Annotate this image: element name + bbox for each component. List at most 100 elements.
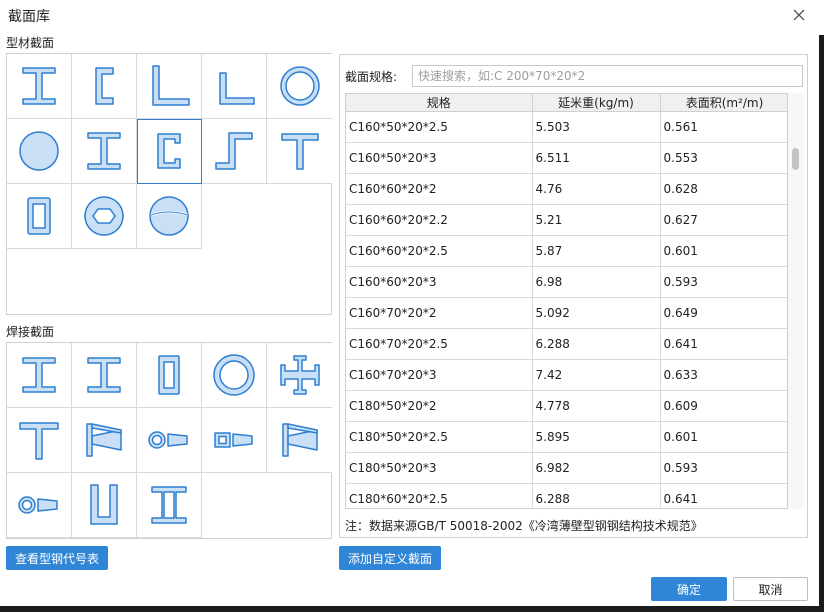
- welded-shape-cell[interactable]: [137, 408, 202, 473]
- table-row[interactable]: C180*60*20*2.5 6.288 0.641: [346, 483, 787, 508]
- cell-area: 0.601: [660, 235, 787, 267]
- hexagon-bar-icon: [84, 196, 124, 236]
- cell-spec: C160*60*20*2: [346, 173, 533, 205]
- welded-shape-cell[interactable]: [267, 343, 332, 408]
- welded-shape-cell[interactable]: [7, 343, 72, 408]
- cell-weight: 6.982: [532, 452, 661, 484]
- window-edge-bottom: [0, 606, 824, 612]
- window-edge: [819, 35, 824, 607]
- cell-weight: 5.87: [532, 235, 661, 267]
- profile-shape-cell[interactable]: [137, 54, 202, 119]
- profile-shape-cell[interactable]: [267, 119, 332, 184]
- cell-area: 0.649: [660, 297, 787, 329]
- table-row[interactable]: C160*70*20*3 7.42 0.633: [346, 359, 787, 391]
- profile-shape-cell[interactable]: [137, 184, 202, 249]
- table-row[interactable]: C160*60*20*2 4.76 0.628: [346, 173, 787, 205]
- welded-i-icon: [22, 357, 56, 393]
- profile-shape-cell[interactable]: [137, 119, 202, 184]
- cell-area: 0.609: [660, 390, 787, 422]
- close-icon[interactable]: [789, 5, 809, 25]
- section-library-dialog: 截面库 型材截面 焊接截面 截面规格: 规格 延米重(kg/m) 表面积(m²/…: [0, 0, 824, 612]
- u-section-icon: [90, 484, 118, 525]
- table-row[interactable]: C180*50*20*3 6.982 0.593: [346, 452, 787, 484]
- profile-shape-cell[interactable]: [202, 54, 267, 119]
- cell-area: 0.633: [660, 359, 787, 391]
- lipped-channel-icon: [157, 133, 181, 169]
- welded-t-icon: [19, 422, 59, 460]
- cell-area: 0.593: [660, 452, 787, 484]
- profile-shape-cell[interactable]: [72, 184, 137, 249]
- add-custom-section-button[interactable]: 添加自定义截面: [339, 546, 441, 570]
- profile-shape-cell[interactable]: [7, 184, 72, 249]
- cell-weight: 6.511: [532, 142, 661, 174]
- z-section-icon: [215, 132, 253, 170]
- cell-weight: 4.778: [532, 390, 661, 422]
- welded-section-grid: [6, 342, 332, 539]
- cell-area: 0.561: [660, 111, 787, 143]
- welded-shape-cell[interactable]: [72, 408, 137, 473]
- welded-shape-cell[interactable]: [202, 343, 267, 408]
- welded-i-icon: [87, 357, 121, 393]
- cell-spec: C160*50*20*2.5: [346, 111, 533, 143]
- ring-icon: [213, 354, 255, 396]
- cross-section-icon: [279, 355, 320, 395]
- welded-shape-cell[interactable]: [7, 473, 72, 538]
- welded-shape-cell[interactable]: [267, 408, 332, 473]
- profile-shape-cell[interactable]: [72, 54, 137, 119]
- cell-weight: 5.092: [532, 297, 661, 329]
- profile-shape-cell[interactable]: [72, 119, 137, 184]
- welded-shape-cell[interactable]: [72, 473, 137, 538]
- column-header-spec[interactable]: 规格: [346, 94, 533, 112]
- i-beam-icon: [22, 67, 56, 105]
- profile-shape-cell[interactable]: [267, 54, 332, 119]
- profile-shape-cell[interactable]: [202, 119, 267, 184]
- welded-shape-cell[interactable]: [7, 408, 72, 473]
- profile-shape-cell[interactable]: [7, 119, 72, 184]
- column-header-area[interactable]: 表面积(m²/m): [660, 94, 787, 112]
- i-beam-icon: [87, 132, 121, 170]
- table-row[interactable]: C160*70*20*2 5.092 0.649: [346, 297, 787, 329]
- table-row[interactable]: C160*60*20*2.2 5.21 0.627: [346, 204, 787, 236]
- column-header-weight[interactable]: 延米重(kg/m): [532, 94, 661, 112]
- cell-spec: C160*70*20*2: [346, 297, 533, 329]
- cell-spec: C160*60*20*3: [346, 266, 533, 298]
- table-row[interactable]: C160*60*20*2.5 5.87 0.601: [346, 235, 787, 267]
- tapered-tube-icon: [148, 431, 188, 449]
- ok-button[interactable]: 确定: [651, 577, 727, 601]
- table-row[interactable]: C180*50*20*2 4.778 0.609: [346, 390, 787, 422]
- channel-icon: [95, 67, 114, 105]
- round-bar-icon: [19, 131, 59, 171]
- welded-shape-cell[interactable]: [137, 343, 202, 408]
- cell-area: 0.627: [660, 204, 787, 236]
- spec-table: 规格 延米重(kg/m) 表面积(m²/m) C160*50*20*2.5 5.5…: [345, 93, 788, 509]
- cell-spec: C180*50*20*2: [346, 390, 533, 422]
- tapered-tube-icon: [18, 496, 58, 514]
- table-row[interactable]: C160*50*20*2.5 5.503 0.561: [346, 111, 787, 143]
- tapered-box-icon: [214, 432, 253, 448]
- table-row[interactable]: C160*70*20*2.5 6.288 0.641: [346, 328, 787, 360]
- hemisphere-icon: [149, 196, 189, 236]
- cell-spec: C180*60*20*2.5: [346, 483, 533, 508]
- profile-shape-cell[interactable]: [7, 54, 72, 119]
- double-channel-icon: [151, 486, 187, 524]
- welded-shape-cell[interactable]: [202, 408, 267, 473]
- welded-shape-cell[interactable]: [137, 473, 202, 538]
- cell-weight: 7.42: [532, 359, 661, 391]
- circular-tube-icon: [279, 66, 320, 106]
- cell-spec: C160*60*20*2.2: [346, 204, 533, 236]
- cell-area: 0.553: [660, 142, 787, 174]
- cell-area: 0.601: [660, 421, 787, 453]
- view-steel-codes-button[interactable]: 查看型钢代号表: [6, 546, 108, 570]
- table-row[interactable]: C180*50*20*2.5 5.895 0.601: [346, 421, 787, 453]
- scrollbar-thumb[interactable]: [792, 148, 799, 170]
- search-input[interactable]: [412, 65, 803, 87]
- table-row[interactable]: C160*60*20*3 6.98 0.593: [346, 266, 787, 298]
- vertical-scrollbar[interactable]: [788, 93, 804, 509]
- welded-shape-cell[interactable]: [72, 343, 137, 408]
- profile-section-grid: [6, 53, 332, 315]
- cell-weight: 5.21: [532, 204, 661, 236]
- table-row[interactable]: C160*50*20*3 6.511 0.553: [346, 142, 787, 174]
- cell-area: 0.641: [660, 328, 787, 360]
- cell-weight: 4.76: [532, 173, 661, 205]
- cancel-button[interactable]: 取消: [733, 577, 808, 601]
